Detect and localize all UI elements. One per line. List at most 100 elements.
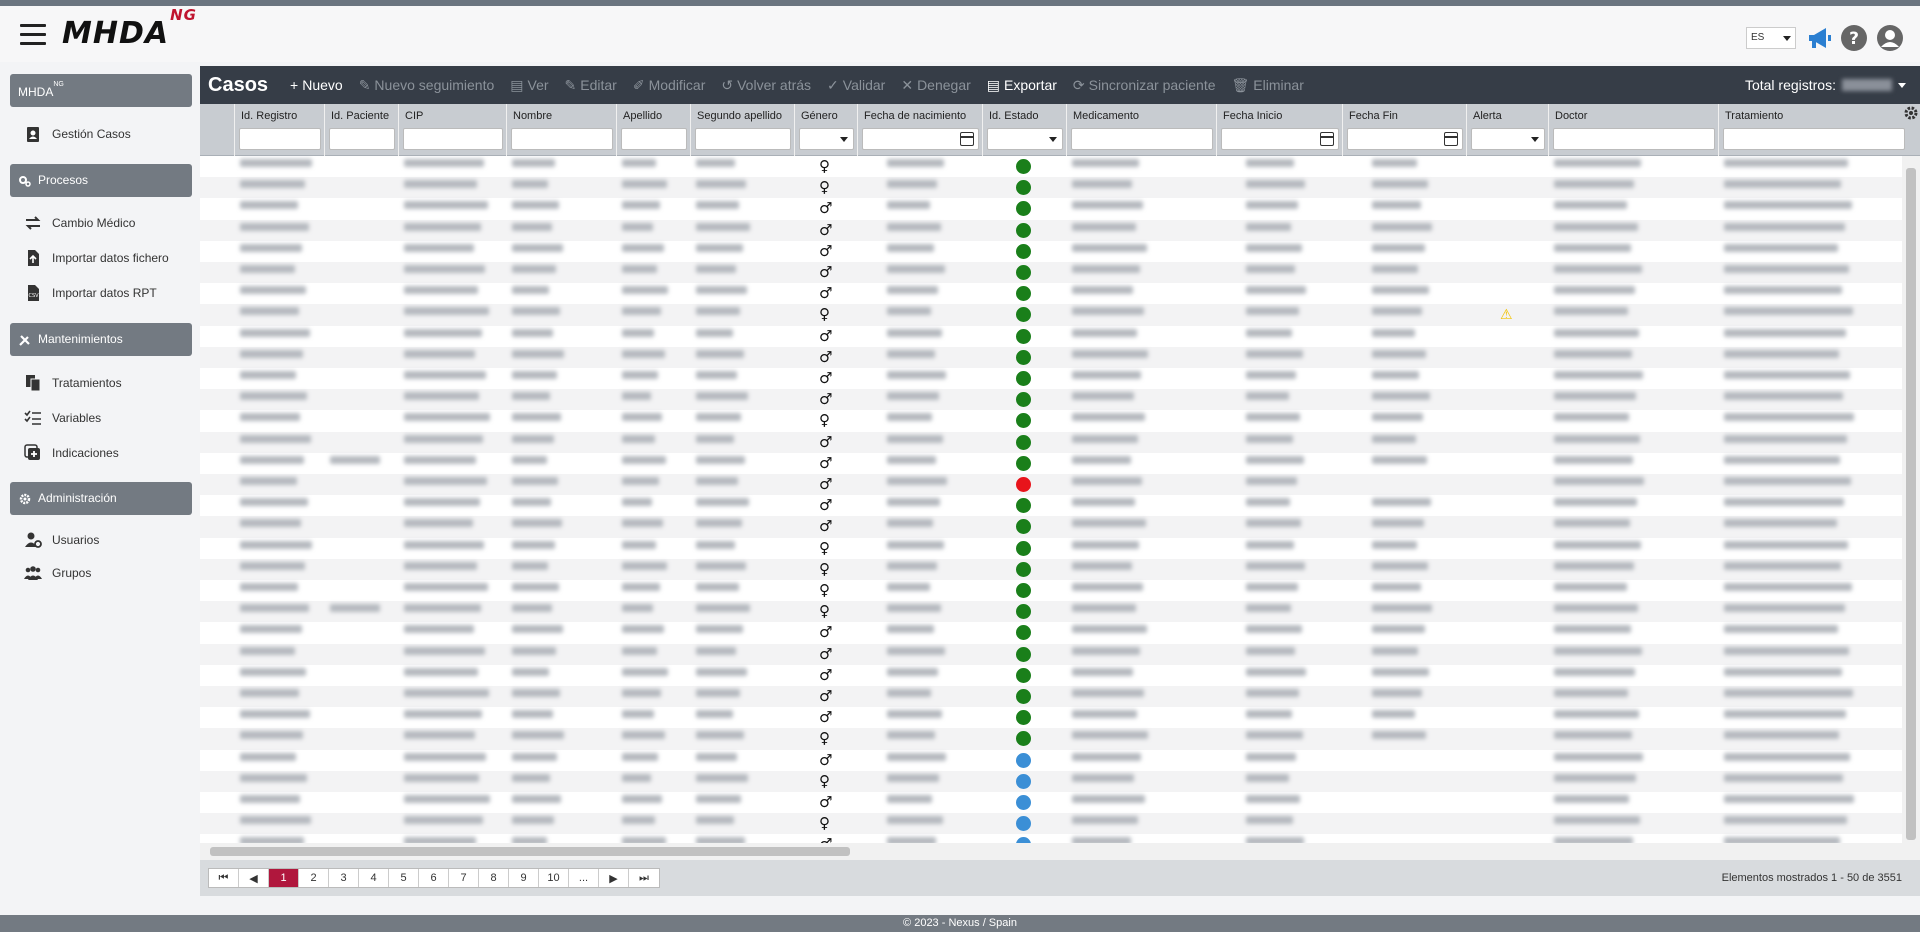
table-row[interactable]: ♀	[200, 156, 1902, 177]
sidebar-section-mhda[interactable]: MHDANG	[10, 74, 192, 107]
column-filter-date[interactable]	[1347, 128, 1463, 150]
language-select[interactable]: ES	[1746, 27, 1796, 49]
sidebar-item-importar-fichero[interactable]: Importar datos fichero	[24, 247, 169, 269]
column-header[interactable]: Doctor	[1548, 104, 1718, 156]
column-filter-text[interactable]	[1723, 128, 1905, 150]
sidebar-item-tratamientos[interactable]: Tratamientos	[24, 372, 122, 394]
page-button[interactable]: 10	[539, 869, 569, 887]
table-row[interactable]: ♀	[200, 177, 1902, 199]
new-button[interactable]: + Nuevo	[290, 77, 343, 93]
table-row[interactable]: ♂	[200, 262, 1902, 284]
column-header[interactable]: CIP	[398, 104, 506, 156]
column-filter-text[interactable]	[403, 128, 503, 150]
deny-button[interactable]: ✕ Denegar	[901, 77, 970, 94]
prev-page-icon[interactable]: ◀	[239, 869, 269, 887]
horizontal-scrollbar[interactable]	[200, 843, 1902, 860]
undo-button[interactable]: ↺ Volver atrás	[721, 77, 811, 94]
column-filter-select[interactable]	[799, 128, 854, 150]
table-row[interactable]: ♂	[200, 707, 1902, 728]
total-records[interactable]: Total registros:	[1745, 77, 1906, 93]
table-row[interactable]: ♂	[200, 686, 1902, 708]
page-button[interactable]: 6	[419, 869, 449, 887]
page-button[interactable]: 1	[269, 869, 299, 887]
table-row[interactable]: ♀	[200, 813, 1902, 835]
column-header[interactable]: Segundo apellido	[690, 104, 794, 156]
page-button[interactable]: 5	[389, 869, 419, 887]
column-header[interactable]: Fecha Fin	[1342, 104, 1466, 156]
app-logo[interactable]: MHDANG	[62, 6, 197, 51]
column-header[interactable]: Fecha Inicio	[1216, 104, 1342, 156]
table-row[interactable]: ♀	[200, 538, 1902, 559]
page-button[interactable]: 2	[299, 869, 329, 887]
validate-button[interactable]: ✓ Validar	[827, 77, 885, 94]
table-row[interactable]: ♀	[200, 558, 1902, 580]
sidebar-section-administracion[interactable]: Administración	[10, 482, 192, 515]
table-row[interactable]: ♀	[200, 410, 1902, 431]
column-header[interactable]: Medicamento	[1066, 104, 1216, 156]
column-filter-text[interactable]	[329, 128, 395, 150]
calendar-icon[interactable]	[960, 132, 974, 146]
table-row[interactable]: ♀	[200, 580, 1902, 601]
page-button[interactable]: 8	[479, 869, 509, 887]
sidebar-section-mantenimientos[interactable]: Mantenimientos	[10, 323, 192, 356]
column-filter-text[interactable]	[1071, 128, 1213, 150]
scrollbar-thumb[interactable]	[210, 847, 850, 856]
edit-button[interactable]: ✎ Editar	[565, 77, 617, 94]
scrollbar-thumb[interactable]	[1906, 168, 1916, 840]
column-filter-text[interactable]	[621, 128, 687, 150]
user-avatar-icon[interactable]	[1876, 24, 1904, 52]
calendar-icon[interactable]	[1320, 132, 1334, 146]
column-header[interactable]: Alerta	[1466, 104, 1548, 156]
column-header[interactable]: Id. Paciente	[324, 104, 398, 156]
column-filter-date[interactable]	[862, 128, 979, 150]
column-header[interactable]: Id. Estado	[982, 104, 1066, 156]
new-followup-button[interactable]: ✎ Nuevo seguimiento	[359, 77, 495, 94]
table-row[interactable]: ♀	[200, 770, 1902, 792]
table-row[interactable]: ♂	[200, 431, 1902, 453]
column-header[interactable]: Apellido	[616, 104, 690, 156]
column-filter-text[interactable]	[695, 128, 791, 150]
table-row[interactable]: ♂	[200, 453, 1902, 474]
first-page-icon[interactable]: ⏮	[209, 869, 239, 887]
table-row[interactable]: ♂	[200, 834, 1902, 843]
table-row[interactable]: ♂	[200, 516, 1902, 538]
column-filter-text[interactable]	[239, 128, 321, 150]
help-icon[interactable]: ?	[1840, 24, 1868, 52]
calendar-icon[interactable]	[1444, 132, 1458, 146]
sidebar-item-usuarios[interactable]: Usuarios	[24, 529, 99, 551]
last-page-icon[interactable]: ⏭	[629, 869, 659, 887]
table-row[interactable]: ♂	[200, 241, 1902, 262]
column-filter-date[interactable]	[1221, 128, 1339, 150]
page-button[interactable]: ...	[569, 869, 599, 887]
table-row[interactable]: ♀ ⚠	[200, 304, 1902, 326]
table-row[interactable]: ♂	[200, 643, 1902, 665]
next-page-icon[interactable]: ▶	[599, 869, 629, 887]
table-row[interactable]: ♂	[200, 326, 1902, 347]
page-button[interactable]: 4	[359, 869, 389, 887]
modify-button[interactable]: ✐ Modificar	[633, 77, 706, 94]
sidebar-section-procesos[interactable]: Procesos	[10, 164, 192, 197]
sidebar-item-indicaciones[interactable]: Indicaciones	[24, 442, 119, 464]
column-filter-text[interactable]	[1553, 128, 1715, 150]
sidebar-item-cambio-medico[interactable]: Cambio Médico	[24, 212, 135, 234]
export-button[interactable]: ▤ Exportar	[987, 77, 1057, 94]
sync-patient-button[interactable]: ⟳ Sincronizar paciente	[1073, 77, 1216, 94]
column-header[interactable]: Tratamiento	[1718, 104, 1908, 156]
table-row[interactable]: ♂	[200, 368, 1902, 389]
sidebar-item-importar-rpt[interactable]: CSV Importar datos RPT	[24, 282, 157, 304]
delete-button[interactable]: 🗑 Eliminar	[1232, 77, 1304, 94]
table-row[interactable]: ♂	[200, 346, 1902, 368]
column-filter-select[interactable]	[1471, 128, 1545, 150]
page-button[interactable]: 3	[329, 869, 359, 887]
view-button[interactable]: ▤ Ver	[510, 77, 548, 94]
column-header[interactable]: Nombre	[506, 104, 616, 156]
hamburger-menu-icon[interactable]	[20, 24, 46, 46]
column-header[interactable]: Id. Registro	[234, 104, 324, 156]
table-row[interactable]: ♂	[200, 474, 1902, 496]
column-header[interactable]: Fecha de nacimiento	[857, 104, 982, 156]
sidebar-item-gestion-casos[interactable]: Gestión Casos	[24, 123, 131, 145]
sidebar-item-variables[interactable]: Variables	[24, 407, 101, 429]
table-row[interactable]: ♂	[200, 622, 1902, 643]
table-row[interactable]: ♀	[200, 728, 1902, 750]
table-row[interactable]: ♂	[200, 750, 1902, 771]
